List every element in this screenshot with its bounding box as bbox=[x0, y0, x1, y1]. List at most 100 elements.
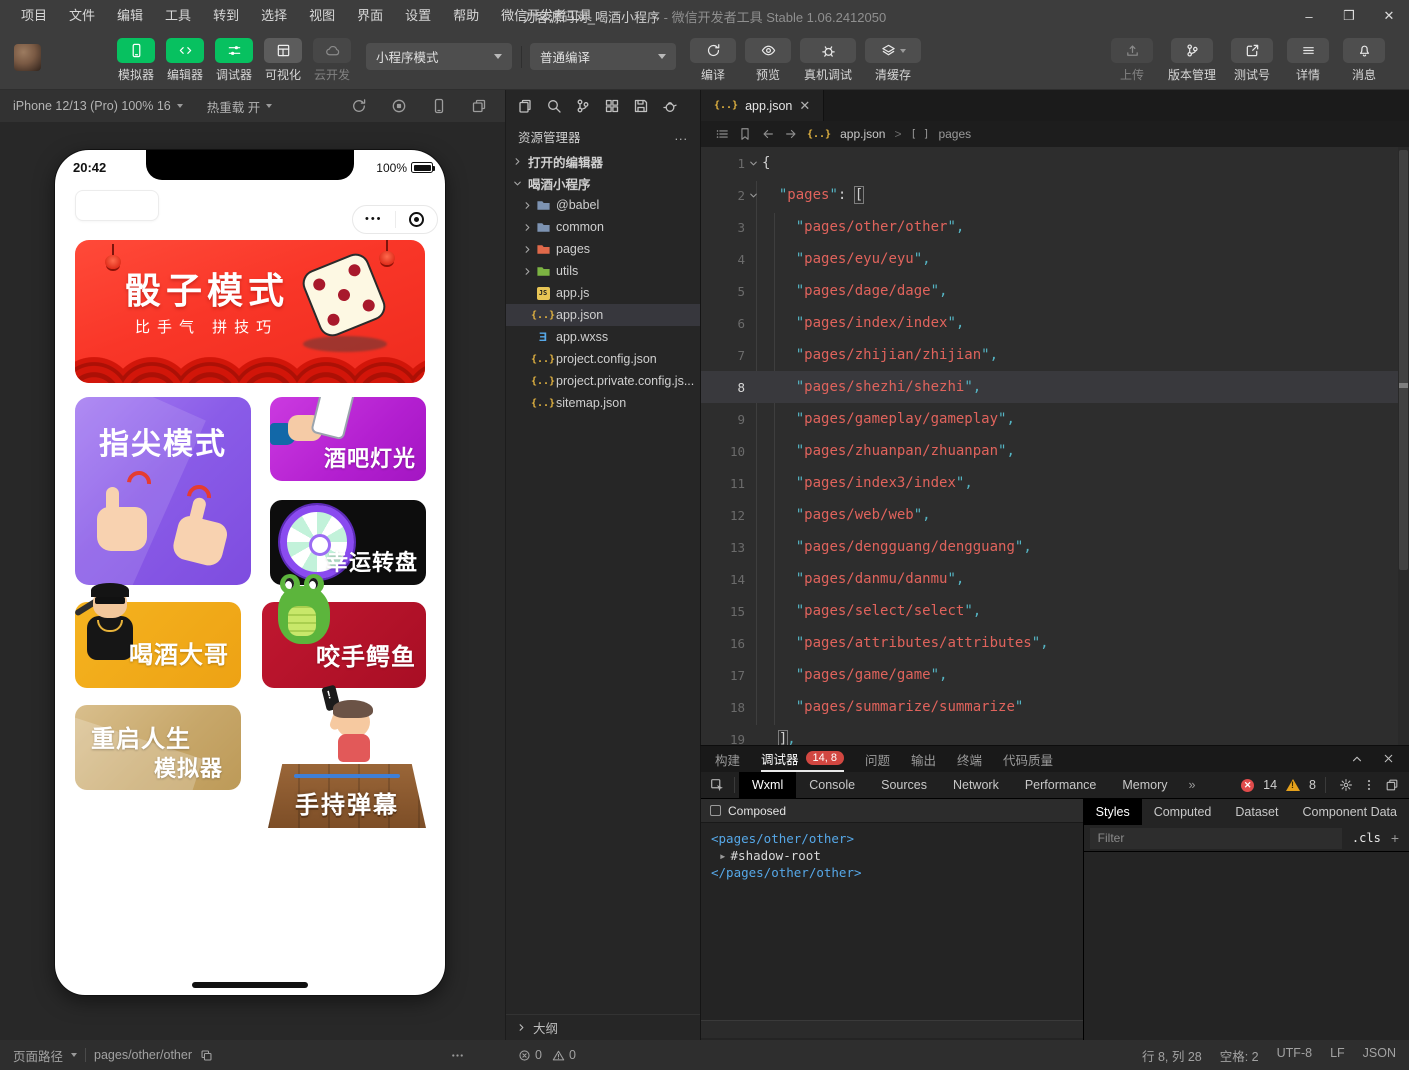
fold-chevron-icon[interactable] bbox=[745, 158, 762, 169]
close-icon[interactable]: ✕ bbox=[799, 98, 810, 114]
warning-badge-icon[interactable] bbox=[1286, 779, 1300, 791]
outline-section[interactable]: 大纲 bbox=[506, 1014, 700, 1040]
code-line-3[interactable]: 3 "pages/other/other", bbox=[701, 211, 1409, 243]
tile-handheld-danmaku[interactable]: 手持弹幕 bbox=[268, 690, 426, 828]
tile-fingertip-mode[interactable]: 指尖模式 bbox=[75, 397, 251, 585]
devtools-tab-Performance[interactable]: Performance bbox=[1012, 772, 1110, 798]
language-mode[interactable]: JSON bbox=[1363, 1046, 1396, 1065]
plugin-icon[interactable] bbox=[662, 98, 678, 114]
编译-button[interactable]: 编译 bbox=[690, 38, 736, 83]
tree-item-sitemap.json[interactable]: {..}sitemap.json bbox=[506, 392, 700, 414]
inspect-element-icon[interactable] bbox=[701, 778, 734, 793]
more-dots-icon[interactable]: ••• bbox=[353, 205, 395, 234]
action-bell-button[interactable]: 消息 bbox=[1341, 38, 1387, 83]
cls-toggle[interactable]: .cls bbox=[1342, 831, 1391, 845]
debugger-tab-问题[interactable]: 问题 bbox=[865, 746, 890, 772]
devtools-tab-Console[interactable]: Console bbox=[796, 772, 868, 798]
tile-bar-lights[interactable]: 酒吧灯光 bbox=[270, 397, 426, 481]
close-panel-icon[interactable] bbox=[1382, 752, 1395, 766]
code-line-14[interactable]: 14 "pages/danmu/danmu", bbox=[701, 563, 1409, 595]
menu-item-转到[interactable]: 转到 bbox=[202, 0, 250, 32]
code-line-5[interactable]: 5 "pages/dage/dage", bbox=[701, 275, 1409, 307]
menu-item-文件[interactable]: 文件 bbox=[58, 0, 106, 32]
page-path-label[interactable]: 页面路径 bbox=[13, 1046, 63, 1065]
tree-item-app.json[interactable]: {..}app.json bbox=[506, 304, 700, 326]
code-line-2[interactable]: 2 "pages": [ bbox=[701, 179, 1409, 211]
tree-item-common[interactable]: common bbox=[506, 216, 700, 238]
files-icon[interactable] bbox=[517, 98, 533, 114]
menu-item-帮助[interactable]: 帮助 bbox=[442, 0, 490, 32]
error-badge-icon[interactable]: ✕ bbox=[1241, 779, 1254, 792]
styles-tab-Component-Data[interactable]: Component Data bbox=[1290, 799, 1409, 825]
editor-scrollbar[interactable] bbox=[1398, 147, 1409, 745]
tile-restart-life[interactable]: 重启人生 模拟器 bbox=[75, 705, 241, 790]
cursor-position[interactable]: 行 8, 列 28 bbox=[1142, 1046, 1202, 1065]
device-select[interactable]: iPhone 12/13 (Pro) 100% 16 bbox=[0, 99, 183, 113]
outline-list-icon[interactable] bbox=[715, 127, 729, 141]
toggle-phone-button[interactable]: 模拟器 bbox=[115, 38, 157, 83]
menu-item-设置[interactable]: 设置 bbox=[394, 0, 442, 32]
code-line-11[interactable]: 11 "pages/index3/index", bbox=[701, 467, 1409, 499]
code-line-9[interactable]: 9 "pages/gameplay/gameplay", bbox=[701, 403, 1409, 435]
problems-counter[interactable]: 0 0 bbox=[518, 1048, 576, 1062]
toggle-code-button[interactable]: 编辑器 bbox=[164, 38, 206, 83]
debugger-tab-构建[interactable]: 构建 bbox=[715, 746, 740, 772]
code-line-1[interactable]: 1{ bbox=[701, 147, 1409, 179]
devtools-tab-Network[interactable]: Network bbox=[940, 772, 1012, 798]
breadcrumb-file[interactable]: app.json bbox=[840, 127, 885, 141]
清缓存-button[interactable]: 清缓存 bbox=[865, 38, 921, 83]
code-area[interactable]: 1{2 "pages": [3 "pages/other/other",4 "p… bbox=[701, 147, 1409, 745]
code-line-7[interactable]: 7 "pages/zhijian/zhijian", bbox=[701, 339, 1409, 371]
compile-select[interactable]: 普通编译 bbox=[530, 43, 676, 70]
devtools-tab-Sources[interactable]: Sources bbox=[868, 772, 940, 798]
mode-select[interactable]: 小程序模式 bbox=[366, 43, 512, 70]
预览-button[interactable]: 预览 bbox=[745, 38, 791, 83]
tree-item-@babel[interactable]: @babel bbox=[506, 194, 700, 216]
code-line-17[interactable]: 17 "pages/game/game", bbox=[701, 659, 1409, 691]
debugger-tab-输出[interactable]: 输出 bbox=[911, 746, 936, 772]
maximize-button[interactable]: ❒ bbox=[1329, 0, 1369, 32]
code-line-12[interactable]: 12 "pages/web/web", bbox=[701, 499, 1409, 531]
toggle-layout-button[interactable]: 可视化 bbox=[262, 38, 304, 83]
refresh-icon[interactable] bbox=[351, 98, 367, 114]
add-style-button[interactable]: + bbox=[1391, 830, 1409, 846]
code-line-18[interactable]: 18 "pages/summarize/summarize" bbox=[701, 691, 1409, 723]
shadow-root-node[interactable]: ▸ #shadow-root bbox=[711, 847, 1083, 864]
windows-icon[interactable] bbox=[471, 98, 487, 114]
indentation-setting[interactable]: 空格: 2 bbox=[1220, 1046, 1259, 1065]
tile-biting-crocodile[interactable]: 咬手鳄鱼 bbox=[262, 602, 426, 688]
wxml-open-tag[interactable]: <pages/other/other> bbox=[711, 830, 1083, 847]
gear-icon[interactable] bbox=[1339, 778, 1353, 792]
devtools-tab-Wxml[interactable]: Wxml bbox=[739, 772, 796, 798]
navigate-back-icon[interactable] bbox=[761, 127, 775, 141]
minimize-button[interactable]: – bbox=[1289, 0, 1329, 32]
eol-setting[interactable]: LF bbox=[1330, 1046, 1345, 1065]
explorer-more-button[interactable]: ... bbox=[675, 129, 688, 143]
user-avatar[interactable] bbox=[14, 44, 41, 71]
styles-filter-input[interactable] bbox=[1090, 828, 1342, 849]
menu-item-选择[interactable]: 选择 bbox=[250, 0, 298, 32]
phone-icon[interactable] bbox=[431, 98, 447, 114]
fold-chevron-icon[interactable] bbox=[745, 190, 762, 201]
menu-item-编辑[interactable]: 编辑 bbox=[106, 0, 154, 32]
devtools-tab-Memory[interactable]: Memory bbox=[1109, 772, 1180, 798]
ellipsis-icon[interactable] bbox=[450, 1048, 465, 1063]
tree-item--[interactable]: 打开的编辑器 bbox=[506, 150, 700, 172]
console-drawer[interactable] bbox=[701, 1020, 1083, 1038]
wxml-close-tag[interactable]: </pages/other/other> bbox=[711, 864, 1083, 881]
tile-dice-mode[interactable]: 骰子模式 比手气 拼技巧 bbox=[75, 240, 425, 383]
debugger-tab-代码质量[interactable]: 代码质量 bbox=[1003, 746, 1053, 772]
action-menu-button[interactable]: 详情 bbox=[1285, 38, 1331, 83]
tree-item-app.wxss[interactable]: Ǝapp.wxss bbox=[506, 326, 700, 348]
collapse-panel-icon[interactable] bbox=[1350, 752, 1364, 766]
code-line-6[interactable]: 6 "pages/index/index", bbox=[701, 307, 1409, 339]
breadcrumb-node[interactable]: pages bbox=[938, 127, 971, 141]
close-button[interactable]: ✕ bbox=[1369, 0, 1409, 32]
encoding-setting[interactable]: UTF-8 bbox=[1277, 1046, 1312, 1065]
bookmark-icon[interactable] bbox=[738, 127, 752, 141]
grid-icon[interactable] bbox=[604, 98, 620, 114]
menu-item-视图[interactable]: 视图 bbox=[298, 0, 346, 32]
navigate-forward-icon[interactable] bbox=[784, 127, 798, 141]
tree-item--[interactable]: 喝酒小程序 bbox=[506, 172, 700, 194]
tab-app-json[interactable]: {..} app.json ✕ bbox=[701, 90, 824, 121]
